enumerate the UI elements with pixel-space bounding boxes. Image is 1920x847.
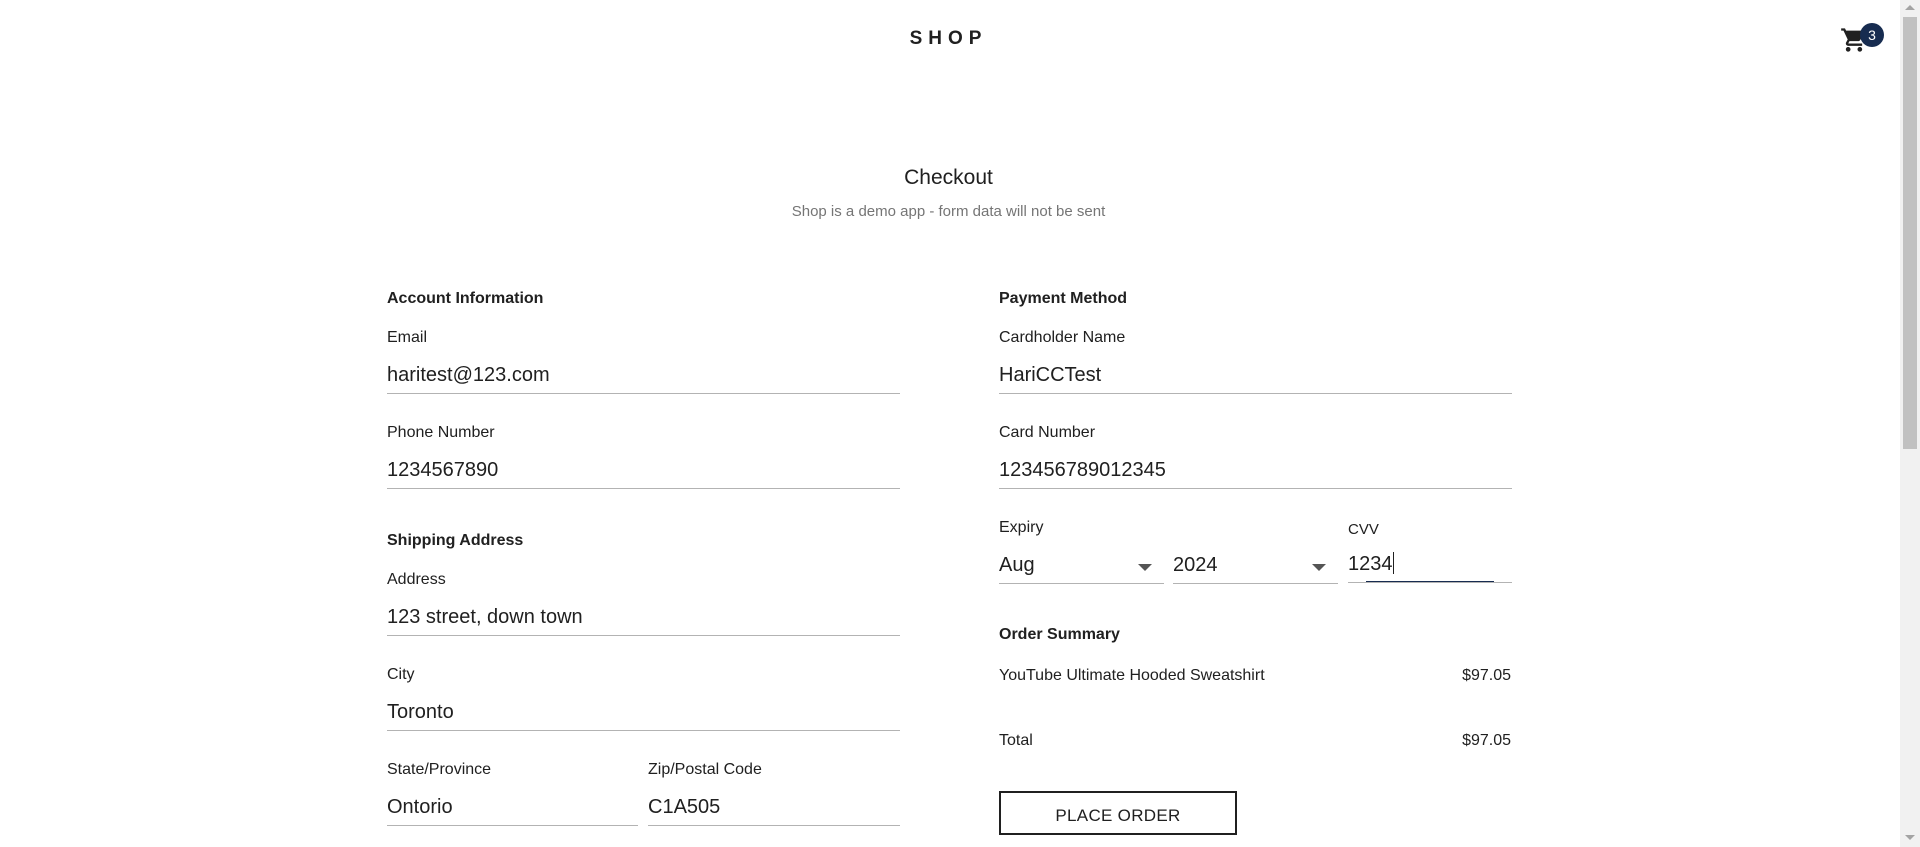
place-order-button[interactable]: PLACE ORDER [999, 791, 1237, 835]
card-number-input[interactable]: 123456789012345 [999, 455, 1512, 489]
scroll-up-icon[interactable] [1905, 5, 1915, 10]
order-item-price: $97.05 [1462, 667, 1511, 684]
cardholder-name-field: Cardholder Name HariCCTest [999, 328, 1512, 394]
card-number-label: Card Number [999, 424, 1096, 441]
order-item-row: YouTube Ultimate Hooded Sweatshirt $97.0… [999, 667, 1511, 689]
cart-count-badge: 3 [1860, 23, 1884, 47]
state-field: State/Province Ontorio [387, 760, 638, 826]
address-label: Address [387, 571, 446, 588]
scrollbar-thumb[interactable] [1903, 17, 1917, 449]
city-field: City Toronto [387, 665, 900, 731]
shipping-section-title: Shipping Address [387, 532, 524, 549]
zip-input[interactable]: C1A505 [648, 792, 900, 826]
card-number-field: Card Number 123456789012345 [999, 423, 1512, 489]
expiry-month-field: Expiry Aug [999, 518, 1164, 584]
expiry-year-field: 2024 [1173, 518, 1338, 584]
expiry-year-select[interactable]: 2024 [1173, 550, 1338, 584]
focus-underline [1366, 581, 1494, 582]
city-label: City [387, 666, 415, 683]
account-section-title: Account Information [387, 290, 544, 307]
email-field: Email haritest@123.com [387, 328, 900, 394]
phone-input[interactable]: 1234567890 [387, 455, 900, 489]
order-item-name: YouTube Ultimate Hooded Sweatshirt [999, 667, 1265, 684]
zip-field: Zip/Postal Code C1A505 [648, 760, 900, 826]
state-label: State/Province [387, 761, 492, 778]
page-title: Checkout [904, 166, 993, 189]
total-label: Total [999, 732, 1033, 749]
cvv-field: CVV 1234 [1348, 520, 1512, 583]
address-field: Address 123 street, down town [387, 570, 900, 636]
order-total-row: Total $97.05 [999, 732, 1511, 754]
cardholder-name-label: Cardholder Name [999, 329, 1126, 346]
expiry-month-value: Aug [999, 554, 1035, 576]
cart-button[interactable]: 3 [1836, 22, 1884, 62]
dropdown-arrow-icon [1138, 564, 1152, 571]
total-value: $97.05 [1462, 732, 1511, 749]
expiry-month-select[interactable]: Aug [999, 550, 1164, 584]
phone-field: Phone Number 1234567890 [387, 423, 900, 489]
page-subtitle: Shop is a demo app - form data will not … [791, 203, 1106, 220]
expiry-label: Expiry [999, 519, 1044, 536]
expiry-year-label [1173, 518, 1338, 538]
dropdown-arrow-icon [1312, 564, 1326, 571]
app-header: SHOP 3 [0, 0, 1900, 80]
city-input[interactable]: Toronto [387, 697, 900, 731]
brand-logo[interactable]: SHOP [0, 28, 1897, 50]
cvv-label: CVV [1348, 521, 1379, 538]
phone-label: Phone Number [387, 424, 495, 441]
email-label: Email [387, 329, 428, 346]
cvv-value: 1234 [1348, 553, 1393, 575]
cardholder-name-input[interactable]: HariCCTest [999, 360, 1512, 394]
address-input[interactable]: 123 street, down town [387, 602, 900, 636]
order-summary-title: Order Summary [999, 626, 1120, 643]
cvv-input[interactable]: 1234 [1348, 549, 1512, 583]
email-input[interactable]: haritest@123.com [387, 360, 900, 394]
zip-label: Zip/Postal Code [648, 761, 762, 778]
scroll-down-icon[interactable] [1905, 835, 1915, 840]
text-caret [1392, 552, 1394, 574]
page-scrollbar[interactable] [1900, 0, 1920, 847]
payment-section-title: Payment Method [999, 290, 1128, 307]
state-input[interactable]: Ontorio [387, 792, 638, 826]
expiry-year-value: 2024 [1173, 554, 1218, 576]
